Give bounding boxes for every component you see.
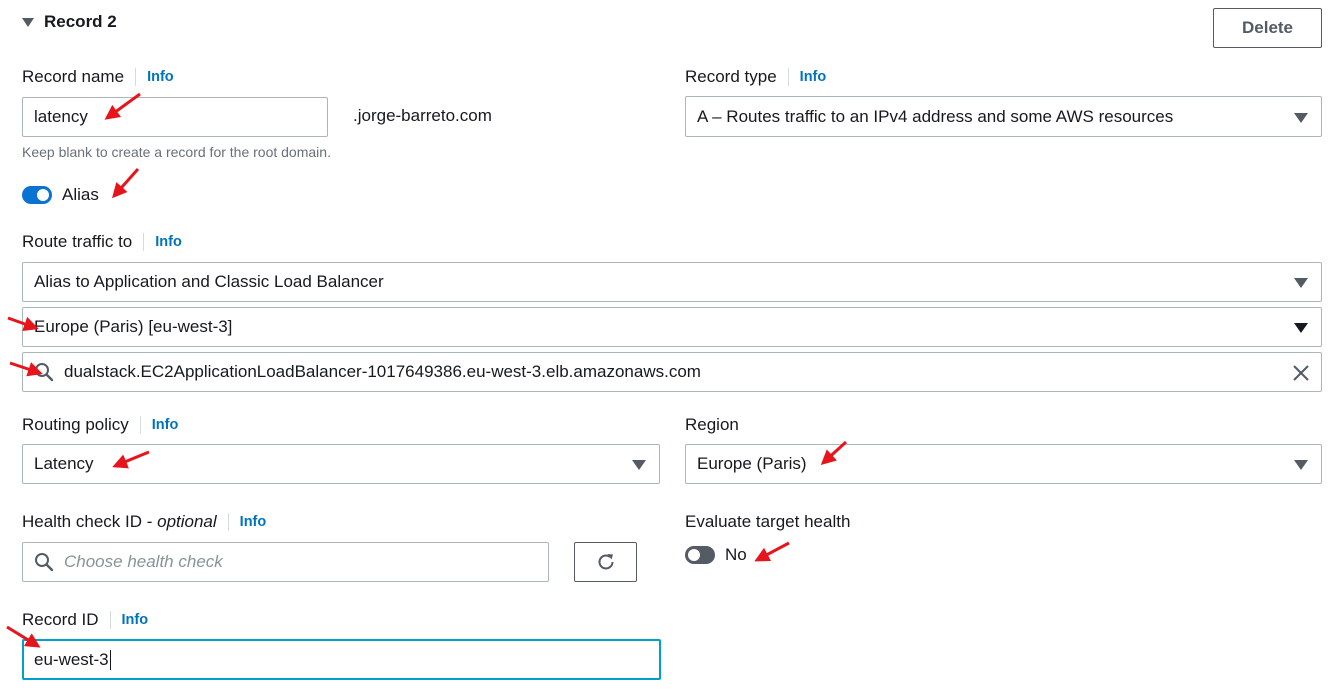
record-name-hint: Keep blank to create a record for the ro… [22,144,331,160]
health-check-info-link[interactable]: Info [227,513,266,531]
region-value: Europe (Paris) [697,454,807,473]
routing-policy-value: Latency [34,454,94,473]
refresh-button[interactable] [574,542,637,582]
health-check-label-text: Health check ID - [22,512,158,531]
evaluate-health-value: No [725,545,747,564]
evaluate-health-label: Evaluate target health [685,512,851,531]
record-name-info-link[interactable]: Info [135,68,174,86]
record-id-label: Record ID [22,610,99,629]
alias-toggle-row: Alias [22,185,99,205]
record-id-value: eu-west-3 [34,649,109,669]
alias-toggle[interactable] [22,186,52,204]
search-icon [35,553,54,572]
toggle-knob [688,549,700,561]
record-id-label-row: Record ID Info [22,610,148,630]
record-name-value: latency [34,107,88,126]
close-icon[interactable] [1292,364,1310,382]
section-title: Record 2 [44,12,117,31]
endpoint-type-select[interactable]: Alias to Application and Classic Load Ba… [22,262,1322,302]
refresh-icon [598,554,613,570]
load-balancer-search-input[interactable]: dualstack.EC2ApplicationLoadBalancer-101… [22,352,1322,392]
arrow-evaluate [754,541,790,562]
text-cursor [109,649,111,670]
region-select[interactable]: Europe (Paris) [685,444,1322,484]
record-name-label: Record name [22,67,125,86]
endpoint-region-value: Europe (Paris) [eu-west-3] [34,317,233,336]
record-type-label-row: Record type Info [685,67,826,87]
domain-suffix: .jorge-barreto.com [353,106,492,125]
record-type-label: Record type [685,67,777,86]
evaluate-health-toggle[interactable] [685,546,715,564]
endpoint-type-value: Alias to Application and Classic Load Ba… [34,272,384,291]
routing-policy-info-link[interactable]: Info [139,416,178,434]
search-icon [35,363,54,382]
record-section-toggle[interactable]: Record 2 [22,12,117,32]
route-traffic-label-row: Route traffic to Info [22,232,182,252]
record-name-input[interactable]: latency [22,97,328,137]
caret-down-icon [1294,112,1308,123]
health-check-label: Health check ID - optional [22,512,217,532]
arrow-alias [112,168,140,199]
delete-label: Delete [1241,18,1294,37]
health-check-label-row: Health check ID - optional Info [22,512,266,532]
caret-down-icon [1294,460,1308,470]
endpoint-region-select[interactable]: Europe (Paris) [eu-west-3] [22,307,1322,347]
route-traffic-info-link[interactable]: Info [143,233,182,251]
record-id-input[interactable]: eu-west-3 [22,639,661,680]
record-name-label-row: Record name Info [22,67,174,87]
record-id-info-link[interactable]: Info [109,611,148,629]
routing-policy-label-row: Routing policy Info [22,415,178,435]
evaluate-health-toggle-row: No [685,545,747,565]
alias-label: Alias [62,185,99,204]
routing-policy-label: Routing policy [22,415,129,434]
caret-down-icon [1294,278,1308,288]
record-type-value: A – Routes traffic to an IPv4 address an… [697,106,1174,126]
load-balancer-value: dualstack.EC2ApplicationLoadBalancer-101… [64,362,701,381]
routing-policy-select[interactable]: Latency [22,444,660,484]
route-traffic-label: Route traffic to [22,232,133,251]
caret-down-icon [1294,323,1308,333]
caret-down-icon [632,460,646,470]
health-check-placeholder: Choose health check [64,552,223,571]
record-type-select[interactable]: A – Routes traffic to an IPv4 address an… [685,96,1322,137]
caret-down-icon [22,17,34,27]
toggle-knob [37,189,49,201]
optional-tag: optional [157,512,217,531]
region-label: Region [685,415,739,434]
health-check-input[interactable]: Choose health check [22,542,549,582]
delete-button[interactable]: Delete [1213,8,1322,48]
record-type-info-link[interactable]: Info [787,68,826,86]
